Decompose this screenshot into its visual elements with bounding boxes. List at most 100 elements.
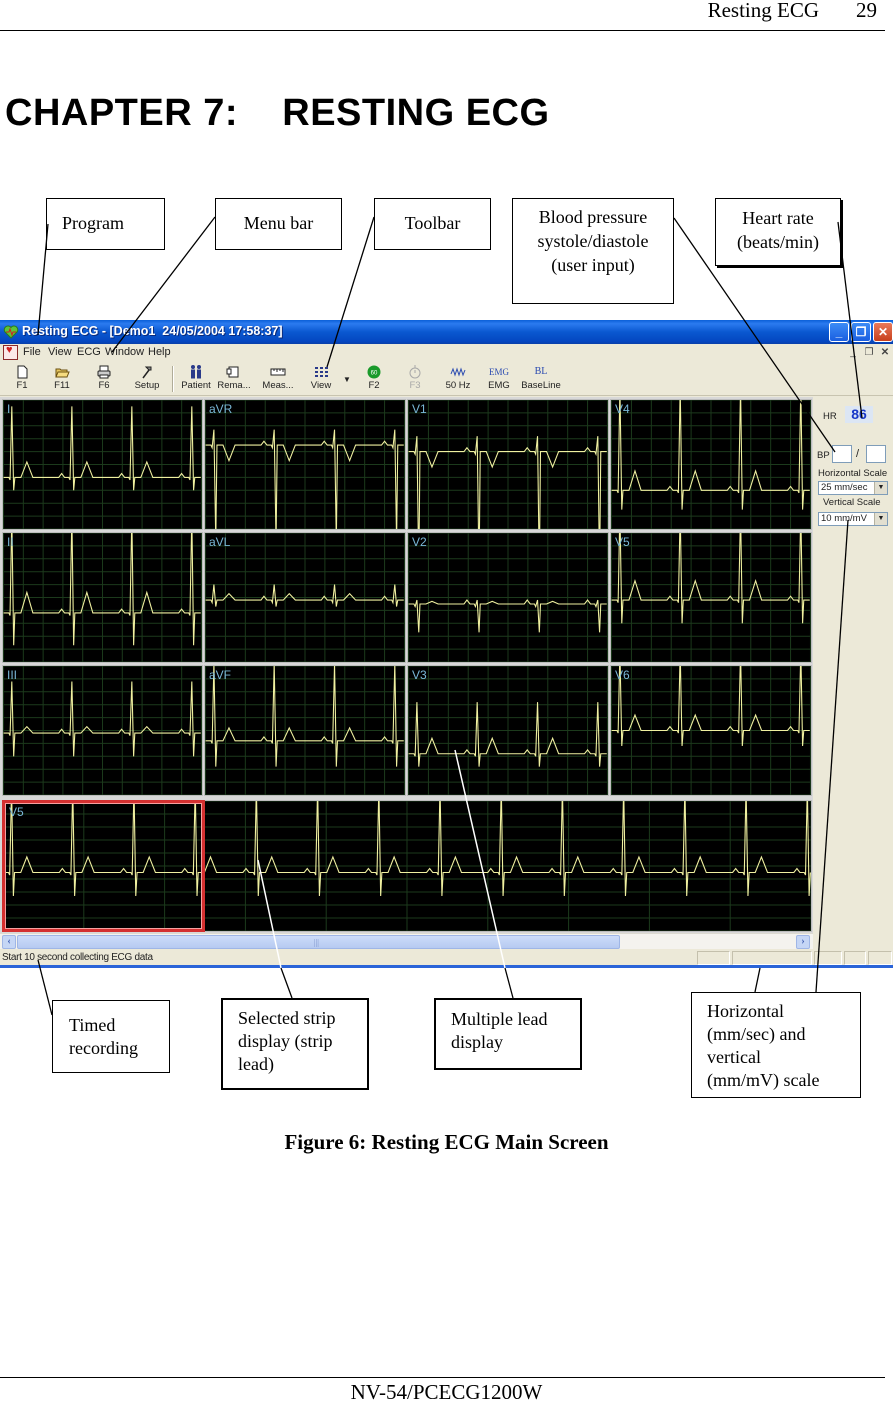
callout-multiple-lead: Multiple lead display [434,998,582,1070]
ecg-grid [205,533,405,662]
callout-heart-rate: Heart rate (beats/min) [715,198,841,266]
scroll-left-icon[interactable]: ‹ [2,935,16,949]
minimize-button[interactable]: _ [829,322,849,342]
toolbar-f6-label: F6 [98,380,110,391]
status-cell [844,951,866,965]
ecg-trace-svg [3,666,202,795]
ecg-grid [3,400,202,529]
chevron-down-icon[interactable]: ▼ [874,482,887,494]
toolbar-setup-button[interactable]: Setup [125,364,169,394]
mdi-close-button[interactable]: ✕ [878,346,892,359]
ecg-trace-svg [205,400,405,529]
lead-panel-v5[interactable]: V5 [610,532,812,663]
lead-panel-v3[interactable]: V3 [407,665,609,796]
callout-strip-line-2: display (strip [238,1031,333,1051]
callout-scale-line-3: vertical [707,1047,761,1067]
window-title: Resting ECG - [Demo1 24/05/2004 17:58:37… [22,324,283,338]
scroll-right-icon[interactable]: › [796,935,810,949]
menu-window[interactable]: Window [105,346,144,358]
mdi-restore-button[interactable]: ❐ [862,346,876,359]
heart-rate-value: 86 [845,406,873,423]
toolbar-emg-button[interactable]: EMG EMG [477,364,521,394]
lead-panel-iii[interactable]: III [2,665,203,796]
lead-panel-avr[interactable]: aVR [204,399,406,530]
callout-scale-line-4: (mm/mV) scale [707,1070,820,1090]
callout-timed-line-2: recording [69,1038,138,1058]
lead-panel-ii[interactable]: II [2,532,203,663]
lead-panel-v4[interactable]: V4 [610,399,812,530]
vertical-scale-select[interactable]: 10 mm/mV ▼ [818,512,888,526]
menu-file[interactable]: File [23,346,41,358]
scrollbar-thumb[interactable]: ||| [17,935,620,949]
go-icon: 60 [367,365,381,379]
toolbar-f3-button[interactable]: F3 [393,364,437,394]
ecg-grid [611,400,811,529]
status-text: Start 10 second collecting ECG data [2,952,153,963]
vertical-scale-label: Vertical Scale [823,497,881,508]
ecg-grid [3,666,202,795]
lead-label: aVF [209,668,232,682]
bp-label: BP [817,450,830,461]
app-window: Resting ECG - [Demo1 24/05/2004 17:58:37… [0,320,893,968]
bp-diastole-input[interactable] [866,445,886,463]
lead-panel-v1[interactable]: V1 [407,399,609,530]
ecg-trace-svg [205,666,405,795]
status-cell [697,951,730,965]
toolbar-f2-button[interactable]: 60 F2 [352,364,396,394]
close-button[interactable]: ✕ [873,322,893,342]
running-title: Resting ECG [707,0,819,22]
document-icon[interactable] [3,344,18,360]
ecg-trace-svg [3,400,202,529]
toolbar-baseline-button[interactable]: BL BaseLine [519,364,563,394]
leader-selected-strip-lower [280,967,293,999]
title-bar[interactable]: Resting ECG - [Demo1 24/05/2004 17:58:37… [0,320,893,344]
menu-ecg[interactable]: ECG [77,346,101,358]
patient-icon [191,365,201,379]
callout-program: Program [46,198,165,250]
lead-panel-v2[interactable]: V2 [407,532,609,663]
toolbar: F1 F11 F6 Setup Patient Rema... Meas... [0,362,893,396]
horizontal-scale-value: 25 mm/sec [821,482,868,493]
open-folder-icon [55,368,70,378]
restore-button[interactable]: ❐ [851,322,871,342]
chevron-down-icon[interactable]: ▼ [874,513,887,525]
toolbar-f2-label: F2 [368,380,380,391]
toolbar-remark-button[interactable]: Rema... [212,364,256,394]
mdi-minimize-button[interactable]: _ [846,346,860,359]
toolbar-f1-label: F1 [16,380,28,391]
callout-toolbar-text: Toolbar [404,213,461,233]
grid-view-icon [315,367,328,377]
lead-label: V5 [615,535,630,549]
toolbar-view-button[interactable]: View [299,364,343,394]
status-cell [814,951,842,965]
horizontal-scale-label: Horizontal Scale [818,468,888,479]
lead-label: I [7,402,11,416]
lead-panel-v6[interactable]: V6 [610,665,812,796]
lead-panel-avl[interactable]: aVL [204,532,406,663]
callout-selected-strip: Selected strip display (strip lead) [221,998,369,1090]
lead-panel-avf[interactable]: aVF [204,665,406,796]
taskbar [0,965,893,968]
toolbar-f6-button[interactable]: F6 [82,364,126,394]
ecg-grid [408,533,608,662]
ecg-trace-svg [408,400,608,529]
strip-selection-window[interactable] [2,800,205,932]
baseline-icon: BL [534,366,548,377]
view-dropdown-arrow-icon[interactable]: ▼ [343,375,351,384]
bp-systole-input[interactable] [832,445,852,463]
horizontal-scrollbar[interactable]: ‹ ||| › [0,933,813,949]
filter-50hz-icon [450,367,466,377]
ecg-trace-svg [205,533,405,662]
horizontal-scale-select[interactable]: 25 mm/sec ▼ [818,481,888,495]
callout-toolbar: Toolbar [374,198,491,250]
chapter-title: CHAPTER 7: RESTING ECG [5,92,550,134]
menu-view[interactable]: View [48,346,72,358]
toolbar-50hz-button[interactable]: 50 Hz [436,364,480,394]
toolbar-f11-button[interactable]: F11 [40,364,84,394]
ruler-icon [270,368,286,376]
toolbar-setup-label: Setup [134,380,160,391]
menu-help[interactable]: Help [148,346,171,358]
lead-panel-i[interactable]: I [2,399,203,530]
toolbar-f1-button[interactable]: F1 [0,364,44,394]
toolbar-measure-button[interactable]: Meas... [256,364,300,394]
